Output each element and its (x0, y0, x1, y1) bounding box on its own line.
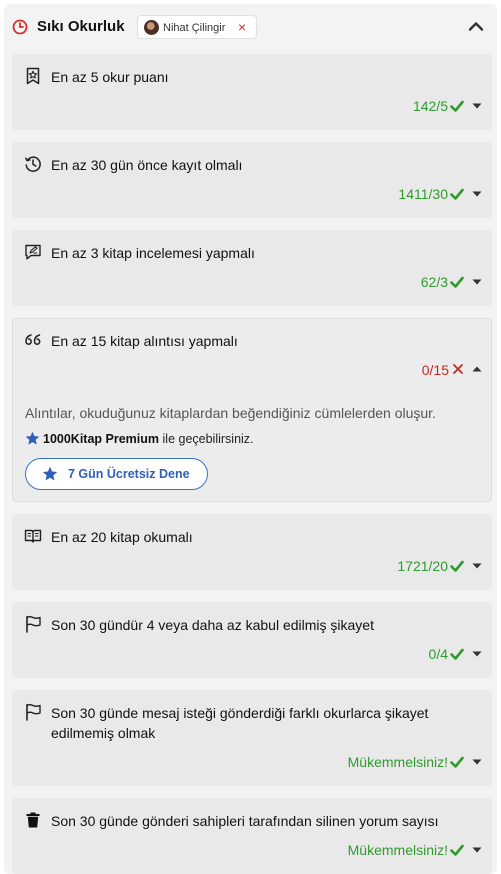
criterion-status: 0/15 (421, 362, 449, 378)
user-chip[interactable]: Nihat Çilingir × (137, 15, 257, 39)
remove-user-button[interactable]: × (238, 18, 246, 36)
criterion-status: 142/5 (412, 98, 448, 114)
criterion-title: En az 30 gün önce kayıt olmalı (51, 157, 243, 173)
criterion-title: En az 5 okur puanı (51, 69, 169, 85)
premium-suffix: ile geçebilirsiniz. (162, 432, 254, 446)
flag-icon (26, 615, 41, 633)
premium-note: 1000Kitap Premium ile geçebilirsiniz. (25, 430, 254, 448)
criterion-title: En az 3 kitap incelemesi yapmalı (51, 245, 255, 261)
criterion-status: Mükemmelsiniz! (347, 754, 448, 770)
criterion-status: 1411/30 (398, 186, 448, 202)
criterion-card[interactable]: En az 30 gün önce kayıt olmalı 1411/30 (12, 142, 492, 218)
criterion-status: 62/3 (420, 274, 448, 290)
star-icon (42, 466, 58, 481)
criterion-description: Alıntılar, okuduğunuz kitaplardan beğend… (25, 405, 436, 421)
check-icon (450, 844, 464, 856)
badge-star-icon (26, 67, 40, 85)
check-icon (450, 756, 464, 768)
criteria-panel: Sıkı Okurluk Nihat Çilingir × En az 5 ok… (4, 4, 497, 874)
chevron-down-icon[interactable] (472, 278, 482, 286)
criterion-card-expanded[interactable]: En az 15 kitap alıntısı yapmalı 0/15 Alı… (12, 318, 492, 502)
cross-icon (453, 364, 463, 374)
review-icon (25, 244, 41, 260)
criterion-status: 1721/20 (397, 558, 448, 574)
criterion-title: En az 20 kitap okumalı (51, 529, 193, 545)
criterion-card[interactable]: Son 30 günde mesaj isteği gönderdiği far… (12, 690, 492, 786)
criterion-card[interactable]: Son 30 günde gönderi sahipleri tarafında… (12, 798, 492, 874)
chevron-down-icon[interactable] (472, 758, 482, 766)
panel-title: Sıkı Okurluk (37, 18, 125, 35)
clock-history-icon (25, 156, 41, 172)
criterion-title: Son 30 gündür 4 veya daha az kabul edilm… (51, 617, 374, 633)
flag-icon (26, 703, 41, 721)
check-icon (450, 276, 464, 288)
criterion-status: Mükemmelsiniz! (347, 842, 448, 858)
free-trial-label: 7 Gün Ücretsiz Dene (68, 467, 190, 481)
user-chip-name: Nihat Çilingir (163, 22, 226, 34)
avatar (144, 20, 159, 35)
quote-icon (25, 334, 41, 345)
clock-icon (12, 19, 28, 35)
chevron-down-icon[interactable] (472, 562, 482, 570)
check-icon (450, 188, 464, 200)
criterion-status: 0/4 (428, 646, 448, 662)
criterion-title: Son 30 günde gönderi sahipleri tarafında… (51, 813, 439, 829)
criterion-card[interactable]: Son 30 gündür 4 veya daha az kabul edilm… (12, 602, 492, 678)
book-open-icon (24, 529, 42, 543)
criterion-card[interactable]: En az 3 kitap incelemesi yapmalı 62/3 (12, 230, 492, 306)
check-icon (450, 100, 464, 112)
criterion-title: Son 30 günde mesaj isteği gönderdiği far… (51, 705, 429, 741)
criterion-card[interactable]: En az 5 okur puanı 142/5 (12, 54, 492, 130)
trash-icon (26, 812, 40, 828)
chevron-down-icon[interactable] (472, 190, 482, 198)
premium-name: 1000Kitap Premium (43, 432, 160, 446)
check-icon (450, 560, 464, 572)
star-icon (25, 431, 40, 445)
free-trial-button[interactable]: 7 Gün Ücretsiz Dene (25, 458, 208, 490)
chevron-up-icon[interactable] (468, 20, 484, 32)
criterion-title: En az 15 kitap alıntısı yapmalı (51, 333, 238, 349)
chevron-down-icon[interactable] (472, 102, 482, 110)
chevron-down-icon[interactable] (472, 650, 482, 658)
check-icon (450, 648, 464, 660)
criterion-card[interactable]: En az 20 kitap okumalı 1721/20 (12, 514, 492, 590)
chevron-down-icon[interactable] (472, 846, 482, 854)
panel-header: Sıkı Okurluk Nihat Çilingir × (4, 4, 497, 50)
chevron-up-icon[interactable] (472, 365, 482, 373)
